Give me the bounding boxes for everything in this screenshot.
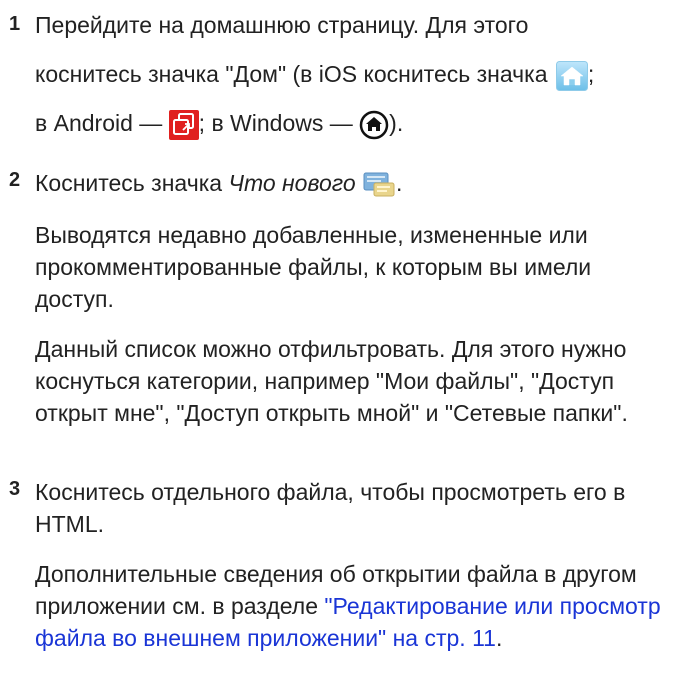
step-1: 1 Перейдите на домашнюю страницу. Для эт…: [0, 1, 678, 148]
step-1-line-1: Перейдите на домашнюю страницу. Для этог…: [35, 12, 529, 38]
step-number: 1: [9, 13, 21, 35]
step-1-text: Перейдите на домашнюю страницу. Для этог…: [35, 1, 678, 148]
step-1-line-2-end: ;: [587, 61, 595, 87]
windows-home-icon: [359, 110, 389, 140]
step-3-paragraph: Дополнительные сведения об открытии файл…: [35, 558, 675, 654]
home-icon: [555, 60, 588, 91]
step-number: 3: [9, 478, 21, 500]
step-1-line-3-start: в Android —: [35, 110, 169, 136]
step-1-line-2-start: коснитесь значка "Дом" (в iOS коснитесь …: [35, 61, 554, 87]
step-1-line-3-middle: ; в Windows —: [198, 110, 360, 136]
whats-new-icon: [362, 171, 396, 199]
whats-new-label: Что нового: [228, 170, 356, 196]
step-3: 3 Коснитесь отдельного файла, чтобы прос…: [0, 476, 678, 654]
step-2-text-start: Коснитесь значка: [35, 170, 229, 196]
step-number: 2: [9, 169, 21, 191]
step-1-line-3-end: ).: [389, 110, 404, 136]
step-3-text: Коснитесь отдельного файла, чтобы просмо…: [35, 479, 626, 537]
android-home-icon: [168, 109, 199, 140]
step-3-paragraph-end: .: [495, 625, 503, 651]
step-2-text-end: .: [396, 170, 403, 196]
step-2-paragraph-1: Выводятся недавно добавленные, измененны…: [35, 222, 592, 312]
step-2: 2 Коснитесь значка Что нового . Выводятс…: [0, 167, 678, 429]
step-2-text: Коснитесь значка Что нового .: [35, 167, 678, 199]
step-2-paragraph-2: Данный список можно отфильтровать. Для э…: [35, 336, 628, 426]
